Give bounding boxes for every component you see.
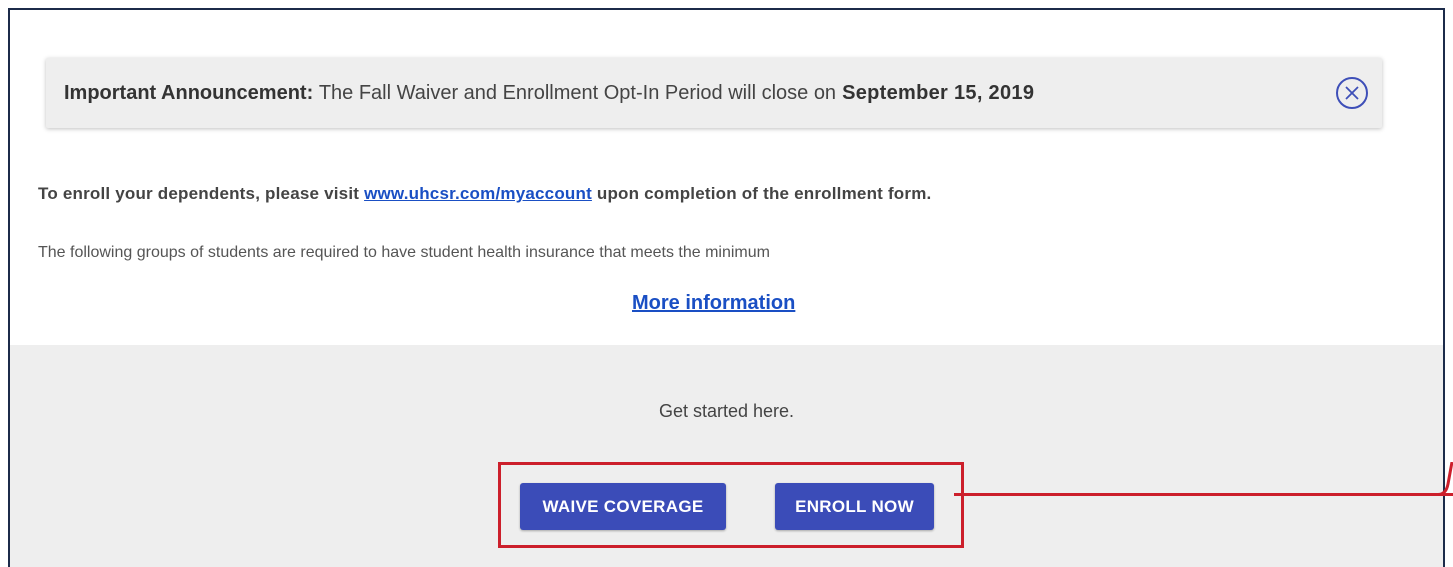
dependents-instructions: To enroll your dependents, please visit … — [38, 184, 931, 204]
dependents-prefix: To enroll your dependents, please visit — [38, 184, 360, 203]
enroll-now-button[interactable]: ENROLL NOW — [775, 483, 934, 530]
announcement-banner: Important Announcement: The Fall Waiver … — [46, 58, 1382, 128]
callout-line — [954, 493, 1453, 496]
myaccount-link[interactable]: www.uhcsr.com/myaccount — [364, 184, 592, 203]
close-announcement-button[interactable] — [1336, 77, 1368, 109]
more-information-link[interactable]: More information — [632, 292, 795, 315]
get-started-text: Get started here. — [658, 401, 795, 421]
announcement-message: The Fall Waiver and Enrollment Opt-In Pe… — [318, 81, 837, 104]
dependents-suffix: upon completion of the enrollment form. — [596, 184, 932, 203]
close-circle-icon — [1345, 86, 1359, 100]
get-started-section: Get started here. WAIVE COVERAGE ENROLL … — [10, 345, 1443, 567]
announcement-date: September 15, 2019 — [842, 81, 1035, 104]
announcement-label: Important Announcement: — [64, 81, 314, 104]
callout-curve — [1420, 462, 1453, 496]
groups-text: The following groups of students are req… — [38, 244, 770, 261]
page-frame: Important Announcement: The Fall Waiver … — [8, 8, 1445, 567]
waive-coverage-button[interactable]: WAIVE COVERAGE — [520, 483, 726, 530]
